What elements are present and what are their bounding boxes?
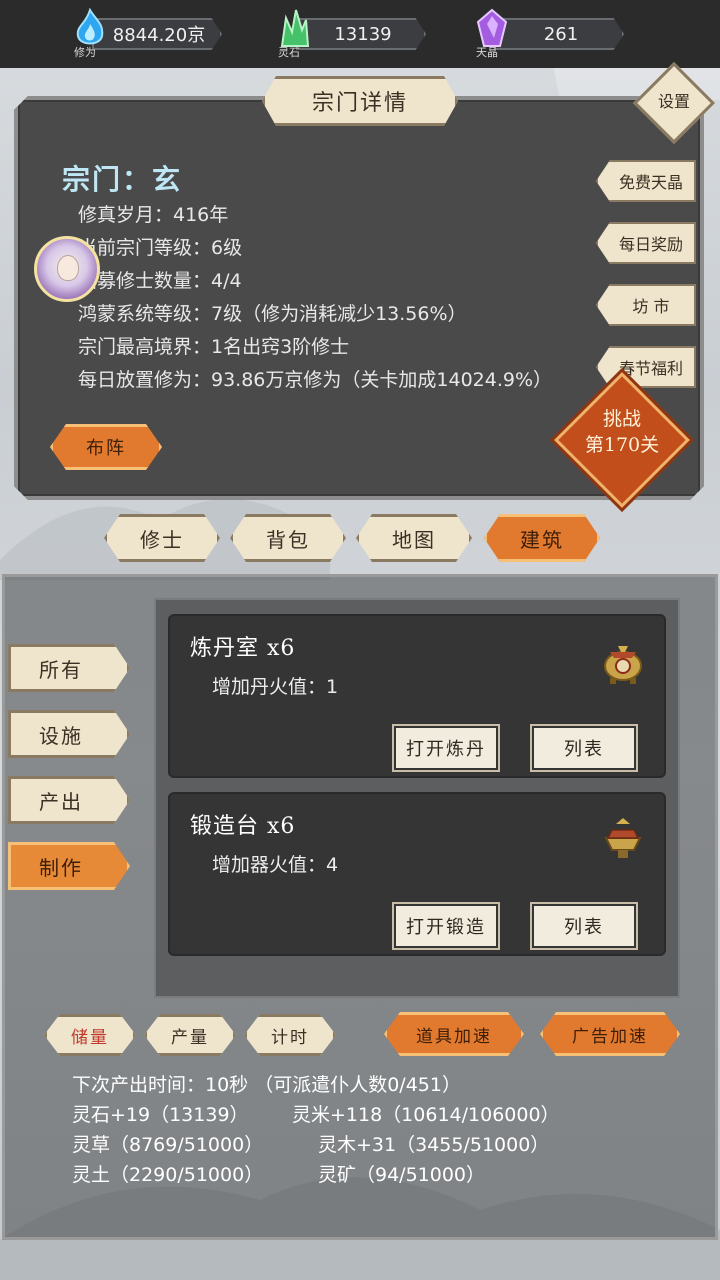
- category-facilities[interactable]: 设施: [8, 710, 130, 758]
- building-title: 锻造台 x6: [190, 814, 296, 839]
- info-cultivation-years: 修真岁月：416年: [78, 204, 229, 226]
- forge-list-button[interactable]: 列表: [532, 904, 636, 948]
- alchemy-list-button[interactable]: 列表: [532, 726, 636, 770]
- challenge-label[interactable]: 挑战 第170关: [570, 406, 674, 458]
- resource-cultivation[interactable]: 8844.20京 修为: [72, 8, 232, 59]
- resource-value: 13139: [334, 23, 392, 45]
- stat-spirit-wood: 灵木+31（3455/51000）: [318, 1134, 550, 1156]
- stat-spirit-herb: 灵草（8769/51000）: [72, 1134, 264, 1156]
- challenge-line1: 挑战: [602, 408, 641, 430]
- tab-map[interactable]: 地图: [356, 514, 472, 562]
- info-recruit-count: 招募修士数量：4/4: [78, 270, 242, 292]
- info-sect-level: 当前宗门等级：6级: [78, 237, 243, 259]
- open-alchemy-button[interactable]: 打开炼丹: [394, 726, 498, 770]
- tab-storage[interactable]: 储量: [44, 1014, 136, 1056]
- info-highest-realm: 宗门最高境界：1名出窍3阶修士: [78, 336, 350, 358]
- resource-caption: 灵石: [278, 46, 300, 59]
- formation-button[interactable]: 布阵: [50, 424, 162, 470]
- open-forge-button[interactable]: 打开锻造: [394, 904, 498, 948]
- tab-production[interactable]: 产量: [144, 1014, 236, 1056]
- alchemy-furnace-icon: [604, 646, 642, 684]
- sect-name: 宗门：玄: [62, 163, 183, 196]
- next-output-time: 下次产出时间：10秒 （可派遣仆人数0/451）: [72, 1074, 461, 1096]
- tab-backpack[interactable]: 背包: [230, 514, 346, 562]
- info-system-level: 鸿蒙系统等级：7级（修为消耗减少13.56%）: [78, 303, 467, 325]
- stat-spirit-soil: 灵土（2290/51000）: [72, 1164, 264, 1186]
- info-daily-idle: 每日放置修为：93.86万京修为（关卡加成14024.9%）: [78, 369, 553, 391]
- stat-spirit-stone: 灵石+19（13139）: [72, 1104, 249, 1126]
- tab-timer[interactable]: 计时: [244, 1014, 336, 1056]
- resource-caption: 天晶: [476, 46, 498, 59]
- resource-spirit-stone[interactable]: 13139 灵石: [276, 9, 436, 59]
- ad-speedup-button[interactable]: 广告加速: [540, 1012, 680, 1056]
- free-crystal-button[interactable]: 免费天晶: [596, 160, 696, 202]
- category-output[interactable]: 产出: [8, 776, 130, 824]
- item-speedup-button[interactable]: 道具加速: [384, 1012, 524, 1056]
- building-title: 炼丹室 x6: [190, 636, 296, 661]
- building-desc: 增加器火值：4: [212, 854, 339, 876]
- building-desc: 增加丹火值：1: [212, 676, 339, 698]
- building-card-alchemy: 炼丹室 x6 增加丹火值：1 打开炼丹 列表: [168, 614, 666, 778]
- challenge-line2: 第170关: [584, 434, 660, 456]
- resource-value: 8844.20京: [112, 25, 206, 46]
- forge-anvil-icon: [604, 818, 642, 858]
- category-all[interactable]: 所有: [8, 644, 130, 692]
- tab-cultivators[interactable]: 修士: [104, 514, 220, 562]
- category-crafting[interactable]: 制作: [8, 842, 130, 890]
- stat-spirit-ore: 灵矿（94/51000）: [318, 1164, 486, 1186]
- resource-caption: 修为: [74, 46, 96, 59]
- resource-value: 261: [543, 23, 579, 45]
- panel-title: 宗门详情: [262, 76, 458, 126]
- avatar[interactable]: [34, 236, 100, 302]
- avatar-face: [57, 255, 79, 281]
- building-card-forge: 锻造台 x6 增加器火值：4 打开锻造 列表: [168, 792, 666, 956]
- stat-spirit-rice: 灵米+118（10614/106000）: [292, 1104, 560, 1126]
- settings-label[interactable]: 设置: [645, 88, 703, 112]
- resource-sky-crystal[interactable]: 261 天晶: [474, 8, 634, 59]
- daily-reward-button[interactable]: 每日奖励: [596, 222, 696, 264]
- tab-buildings[interactable]: 建筑: [484, 514, 600, 562]
- market-button[interactable]: 坊 市: [596, 284, 696, 326]
- resource-bar: 8844.20京 修为 13139 灵石 261 天晶: [0, 0, 720, 68]
